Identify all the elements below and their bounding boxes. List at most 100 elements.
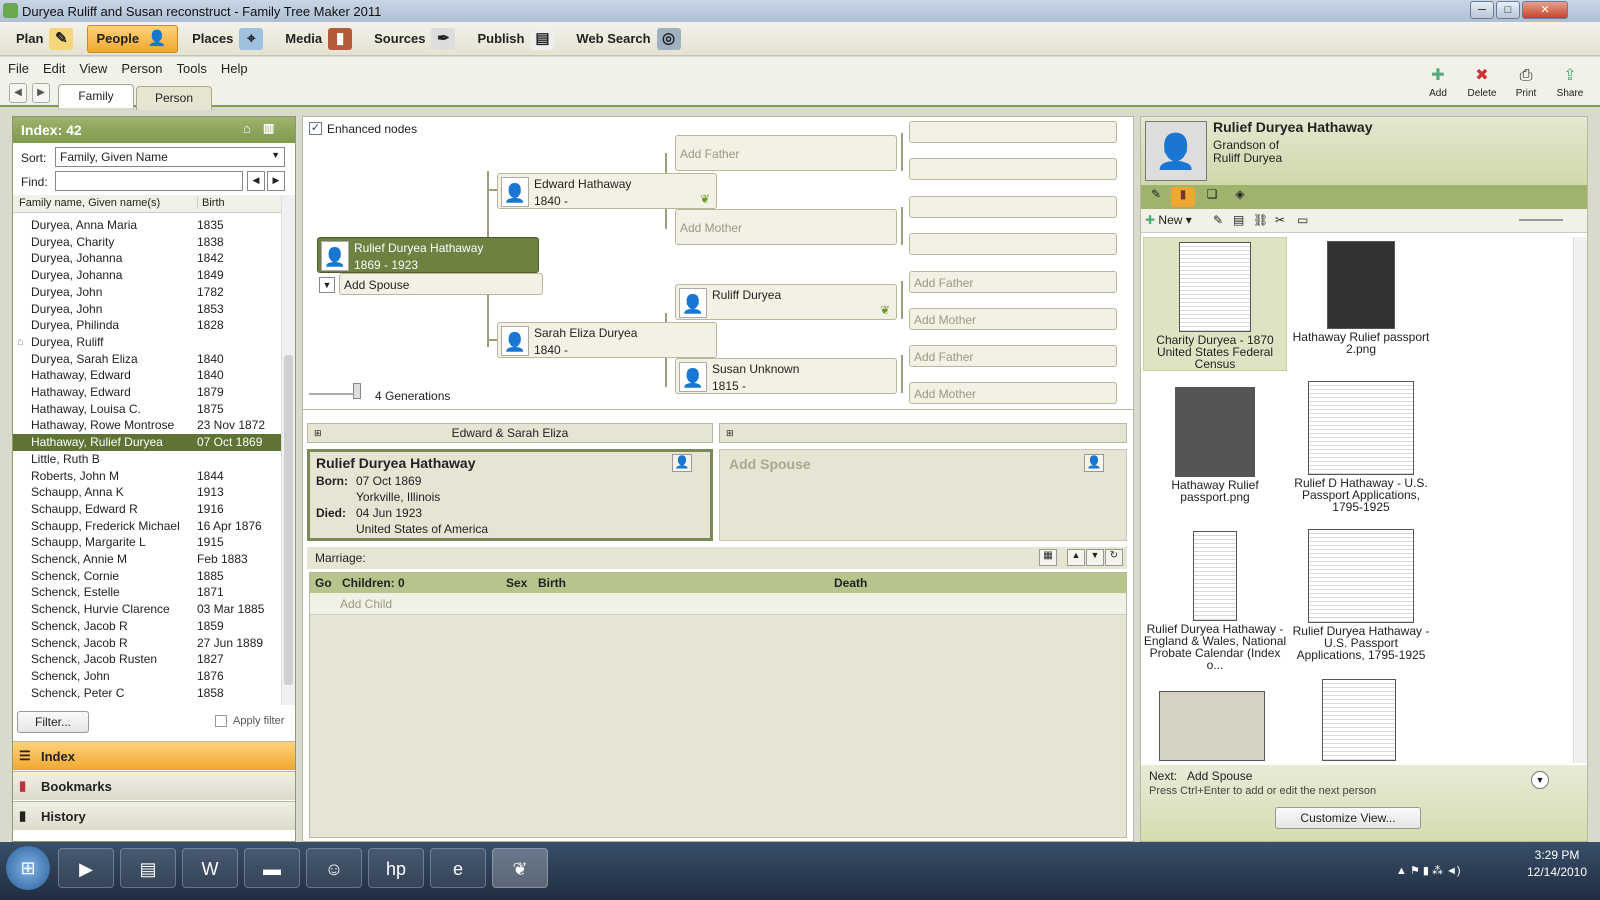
add-child-row[interactable]: Add Child [310, 593, 1126, 615]
nav-bookmarks[interactable]: ▮ Bookmarks [13, 771, 295, 800]
index-row[interactable]: Duryea, Johanna 1849 [13, 267, 281, 284]
people-app-icon[interactable]: ☺ [306, 848, 362, 888]
enhanced-nodes-checkbox[interactable]: ✓ [309, 122, 322, 135]
tab-person[interactable]: Person [136, 86, 212, 110]
person-profile-icon[interactable]: 👤 [672, 454, 692, 472]
index-row[interactable]: Duryea, Charity 1838 [13, 234, 281, 251]
media-item[interactable]: Hathaway Rulief passport.png [1143, 387, 1287, 517]
add-father-node[interactable]: Add Father [909, 345, 1117, 367]
maternal-grandfather-node[interactable]: 👤 Ruliff Duryea ❦ [675, 284, 897, 320]
tasks-tab-icon[interactable]: ◈ [1229, 187, 1251, 207]
index-row[interactable]: Schaupp, Edward R 1916 [13, 501, 281, 518]
empty-ancestor-node[interactable] [909, 121, 1117, 143]
maximize-button[interactable]: □ [1496, 1, 1520, 19]
add-spouse-node[interactable]: Add Spouse [339, 273, 543, 295]
properties-icon[interactable]: ▤ [1233, 213, 1244, 227]
system-tray-icons[interactable]: ▲ ⚑ ▮ ⁂ ◄) [1396, 864, 1461, 877]
columns-icon[interactable]: ▥ [263, 121, 274, 135]
places-button[interactable]: Places ⌖ [184, 25, 271, 53]
index-row[interactable]: Schenck, Estelle 1871 [13, 584, 281, 601]
media-player-icon[interactable]: ▶ [58, 848, 114, 888]
new-media-button[interactable]: ✚ New ▾ [1145, 213, 1192, 227]
clock[interactable]: 3:29 PM 12/14/2010 [1520, 848, 1594, 879]
add-mother-node[interactable]: Add Mother [909, 382, 1117, 404]
media-item[interactable]: Rulief D Hathaway - U.S. Passport Applic… [1289, 381, 1433, 517]
minimize-button[interactable]: ─ [1470, 1, 1494, 19]
index-row[interactable]: Hathaway, Edward 1879 [13, 384, 281, 401]
nav-index[interactable]: ☰ Index [13, 741, 295, 770]
index-row[interactable]: Schenck, Jacob R 27 Jun 1889 [13, 635, 281, 652]
customize-view-button[interactable]: Customize View... [1275, 807, 1421, 829]
apply-filter-checkbox[interactable] [215, 715, 227, 727]
father-node[interactable]: 👤 Edward Hathaway 1840 - ❦ [497, 173, 717, 209]
print-tool[interactable]: ⎙ Print [1508, 66, 1544, 99]
index-row[interactable]: Hathaway, Louisa C. 1875 [13, 401, 281, 418]
spouse-family-tab[interactable]: ⊞ [719, 423, 1127, 443]
index-row[interactable]: Schenck, Jacob Rusten 1827 [13, 651, 281, 668]
media-item[interactable]: Rulief Duryea Hathaway - England & Wales… [1143, 531, 1287, 671]
empty-ancestor-node[interactable] [909, 158, 1117, 180]
share-tool[interactable]: ⇪ Share [1552, 66, 1588, 99]
empty-ancestor-node[interactable] [909, 196, 1117, 218]
index-row[interactable]: Schenck, Peter C 1858 [13, 685, 281, 702]
media-button[interactable]: Media ▮ [277, 25, 360, 53]
add-tool[interactable]: ✚ Add [1420, 66, 1456, 99]
parents-family-tab[interactable]: ⊞ Edward & Sarah Eliza [307, 423, 713, 443]
family-tree-maker-icon[interactable]: ❦ [492, 848, 548, 888]
media-item[interactable]: Hathaway Rulief passport 2.png [1289, 241, 1433, 371]
index-row[interactable]: Hathaway, Edward 1840 [13, 367, 281, 384]
index-row[interactable]: Schenck, Jacob R 1859 [13, 618, 281, 635]
mother-node[interactable]: 👤 Sarah Eliza Duryea 1840 - [497, 322, 717, 358]
find-next-icon[interactable]: ▶ [267, 171, 285, 191]
index-row[interactable]: Duryea, Anna Maria 1835 [13, 217, 281, 234]
add-father-node[interactable]: Add Father [675, 135, 897, 171]
notes-tab-icon[interactable]: ✎ [1145, 187, 1167, 207]
index-row[interactable]: Duryea, John 1853 [13, 301, 281, 318]
index-row[interactable]: Schaupp, Anna K 1913 [13, 484, 281, 501]
col-name[interactable]: Family name, Given name(s) [19, 197, 160, 209]
root-person-node[interactable]: 👤 Rulief Duryea Hathaway 1869 - 1923 [317, 237, 539, 273]
move-down-icon[interactable]: ▼ [1086, 549, 1104, 566]
spouse-card[interactable]: Add Spouse 👤 [719, 449, 1127, 541]
menu-file[interactable]: File [8, 61, 29, 76]
sources-tab-icon[interactable]: ❏ [1201, 187, 1223, 207]
find-input[interactable] [55, 171, 243, 191]
col-birth[interactable]: Birth [197, 197, 225, 209]
add-mother-node[interactable]: Add Mother [909, 308, 1117, 330]
media-scrollbar[interactable] [1573, 237, 1587, 763]
edit-icon[interactable]: ✎ [1213, 213, 1223, 227]
index-row[interactable]: Little, Ruth B [13, 451, 281, 468]
find-prev-icon[interactable]: ◀ [247, 171, 265, 191]
tab-family[interactable]: Family [58, 84, 134, 108]
media-item[interactable] [1321, 679, 1397, 761]
menu-view[interactable]: View [79, 61, 107, 76]
index-row[interactable]: ⌂ Duryea, Ruliff [13, 334, 281, 351]
link-icon[interactable]: ⛓ [1253, 213, 1268, 227]
index-row[interactable]: Duryea, Sarah Eliza 1840 [13, 351, 281, 368]
forward-arrow-icon[interactable]: ▶ [32, 83, 50, 103]
slideshow-icon[interactable]: ▭ [1297, 213, 1308, 227]
unlink-icon[interactable]: ✂ [1275, 213, 1285, 227]
home-icon[interactable]: ⌂ [243, 121, 251, 136]
index-row[interactable]: Schenck, Annie M Feb 1883 [13, 551, 281, 568]
add-mother-node[interactable]: Add Mother [675, 209, 897, 245]
menu-edit[interactable]: Edit [43, 61, 65, 76]
expand-spouse-icon[interactable]: ▼ [319, 277, 335, 293]
index-row[interactable]: Schenck, Cornie 1885 [13, 568, 281, 585]
index-row[interactable]: Duryea, Johanna 1842 [13, 250, 281, 267]
primary-person-card[interactable]: Rulief Duryea Hathaway 👤 Born: 07 Oct 18… [307, 449, 713, 541]
index-row[interactable]: Duryea, Philinda 1828 [13, 317, 281, 334]
media-item[interactable]: Charity Duryea - 1870 United States Fede… [1143, 237, 1287, 371]
move-up-icon[interactable]: ▲ [1067, 549, 1085, 566]
hp-icon[interactable]: hp [368, 848, 424, 888]
nav-history[interactable]: ▮ History [13, 801, 295, 830]
sources-button[interactable]: Sources ✒ [366, 25, 463, 53]
close-button[interactable]: ✕ [1522, 1, 1568, 19]
internet-explorer-icon[interactable]: e [430, 848, 486, 888]
people-button[interactable]: People 👤 [87, 24, 179, 53]
publish-button[interactable]: Publish ▤ [469, 25, 562, 53]
index-row[interactable]: Hathaway, Rulief Duryea 07 Oct 1869 [13, 434, 281, 452]
index-row[interactable]: Duryea, John 1782 [13, 284, 281, 301]
folder-icon[interactable]: ▬ [244, 848, 300, 888]
file-explorer-icon[interactable]: ▤ [120, 848, 176, 888]
